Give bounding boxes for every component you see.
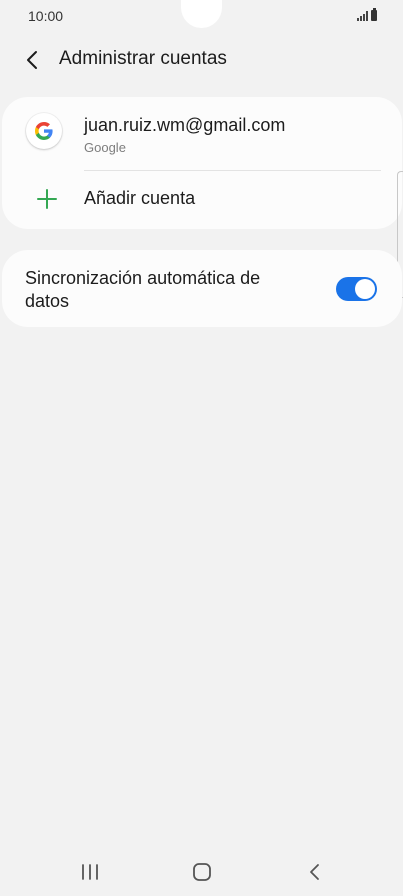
plus-icon (36, 188, 58, 210)
account-provider: Google (84, 140, 126, 155)
status-bar: 10:00 (0, 0, 403, 32)
page-title: Administrar cuentas (59, 48, 227, 69)
camera-notch (181, 0, 222, 28)
status-time: 10:00 (28, 8, 64, 24)
account-email: juan.ruiz.wm@gmail.com (84, 115, 286, 135)
google-icon (26, 113, 62, 149)
auto-sync-label: Sincronización automática de datos (25, 268, 261, 311)
status-icons (357, 8, 377, 21)
auto-sync-toggle[interactable] (336, 277, 377, 301)
back-icon[interactable] (301, 860, 329, 884)
add-account-button[interactable]: Añadir cuenta (2, 173, 402, 227)
signal-icon (357, 11, 368, 21)
home-icon[interactable] (188, 860, 216, 884)
toggle-knob (355, 279, 375, 299)
account-row-google[interactable]: juan.ruiz.wm@gmail.com Google (2, 97, 402, 169)
battery-icon (371, 8, 377, 21)
divider (84, 170, 381, 171)
app-header: Administrar cuentas (0, 38, 403, 82)
accounts-card: juan.ruiz.wm@gmail.com Google Añadir cue… (2, 97, 402, 229)
sync-card[interactable]: Sincronización automática de datos (2, 250, 402, 327)
navigation-bar (0, 846, 403, 896)
back-arrow-icon[interactable] (18, 46, 46, 74)
recents-icon[interactable] (76, 860, 104, 884)
screen: 10:00 Administrar cuentas juan.ruiz.wm@g… (0, 0, 403, 896)
add-account-label: Añadir cuenta (84, 188, 196, 208)
